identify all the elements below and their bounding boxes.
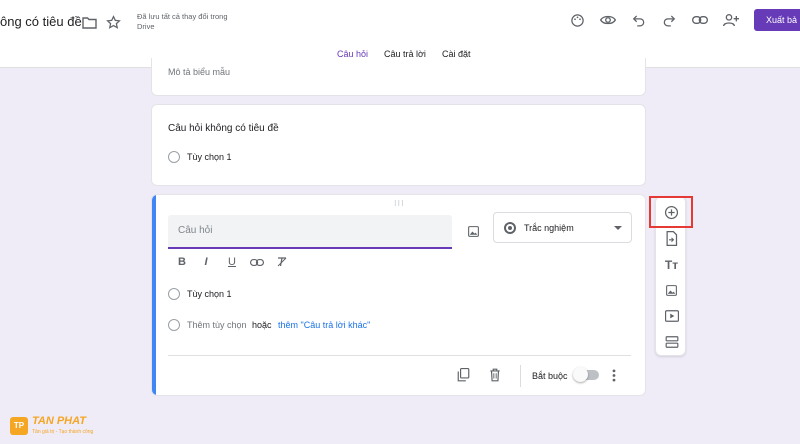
folder-icon[interactable] xyxy=(80,13,98,31)
italic-icon[interactable]: I xyxy=(198,254,214,270)
form-description-field[interactable]: Mô tả biểu mẫu xyxy=(168,67,230,77)
add-other-link[interactable]: thêm "Câu trả lời khác" xyxy=(278,320,370,330)
more-options-icon[interactable] xyxy=(608,367,620,383)
question-title: Câu hỏi không có tiêu đề xyxy=(168,123,279,134)
question-placeholder: Câu hỏi xyxy=(178,225,213,236)
active-question-card[interactable]: ⁝⁝⁝ Câu hỏi Trắc nghiệm B I U Tùy chọn 1… xyxy=(151,194,646,396)
question-type-dropdown[interactable]: Trắc nghiệm xyxy=(493,212,632,243)
radio-checked-icon xyxy=(504,222,516,234)
publish-button[interactable]: Xuất bả xyxy=(754,9,800,31)
option-label[interactable]: Tùy chọn 1 xyxy=(187,289,232,299)
add-section-icon[interactable] xyxy=(662,332,681,351)
brand-watermark: TP TAN PHAT Tân giá trị - Tạo thành công xyxy=(10,416,93,435)
star-icon[interactable] xyxy=(104,13,122,31)
brand-logo-icon: TP xyxy=(10,416,28,435)
form-header-card: Mô tả biểu mẫu xyxy=(151,58,646,96)
toggle-knob xyxy=(573,367,588,382)
required-label: Bắt buộc xyxy=(532,371,568,381)
form-title[interactable]: ông có tiêu đề xyxy=(0,14,82,29)
active-indicator xyxy=(152,195,156,395)
brand-name: TAN PHAT xyxy=(32,415,86,427)
or-text: hoặc xyxy=(252,320,272,330)
question-card[interactable]: Câu hỏi không có tiêu đề Tùy chọn 1 xyxy=(151,104,646,186)
underline-icon[interactable]: U xyxy=(224,254,240,270)
radio-icon xyxy=(168,319,180,331)
option-label: Tùy chọn 1 xyxy=(187,152,232,162)
radio-icon xyxy=(168,151,180,163)
bold-icon[interactable]: B xyxy=(174,254,190,270)
clear-formatting-icon[interactable] xyxy=(274,254,290,270)
question-type-label: Trắc nghiệm xyxy=(524,223,574,233)
duplicate-icon[interactable] xyxy=(455,367,471,383)
insert-link-icon[interactable] xyxy=(249,254,265,270)
import-questions-icon[interactable] xyxy=(662,229,681,248)
required-toggle[interactable] xyxy=(573,367,599,382)
drag-handle-icon[interactable]: ⁝⁝⁝ xyxy=(394,199,405,208)
add-image-icon[interactable] xyxy=(662,281,681,300)
eye-icon[interactable] xyxy=(599,11,617,29)
caret-down-icon xyxy=(614,226,622,230)
brand-tagline: Tân giá trị - Tạo thành công xyxy=(32,429,94,435)
image-icon[interactable] xyxy=(464,222,482,240)
save-status: Đã lưu tất cả thay đổi trong Drive xyxy=(137,12,228,31)
undo-icon[interactable] xyxy=(630,11,648,29)
palette-icon[interactable] xyxy=(568,11,586,29)
add-video-icon[interactable] xyxy=(662,306,681,325)
footer-divider xyxy=(168,355,631,356)
link-icon[interactable] xyxy=(691,11,709,29)
add-option-text[interactable]: Thêm tùy chọn xyxy=(187,320,247,330)
trash-icon[interactable] xyxy=(487,367,503,383)
add-person-icon[interactable] xyxy=(722,11,740,29)
question-title-input[interactable]: Câu hỏi xyxy=(168,215,452,249)
radio-icon xyxy=(168,288,180,300)
highlight-box xyxy=(649,196,693,228)
add-title-icon[interactable]: Tт xyxy=(662,255,681,274)
footer-separator xyxy=(520,365,521,387)
redo-icon[interactable] xyxy=(660,11,678,29)
